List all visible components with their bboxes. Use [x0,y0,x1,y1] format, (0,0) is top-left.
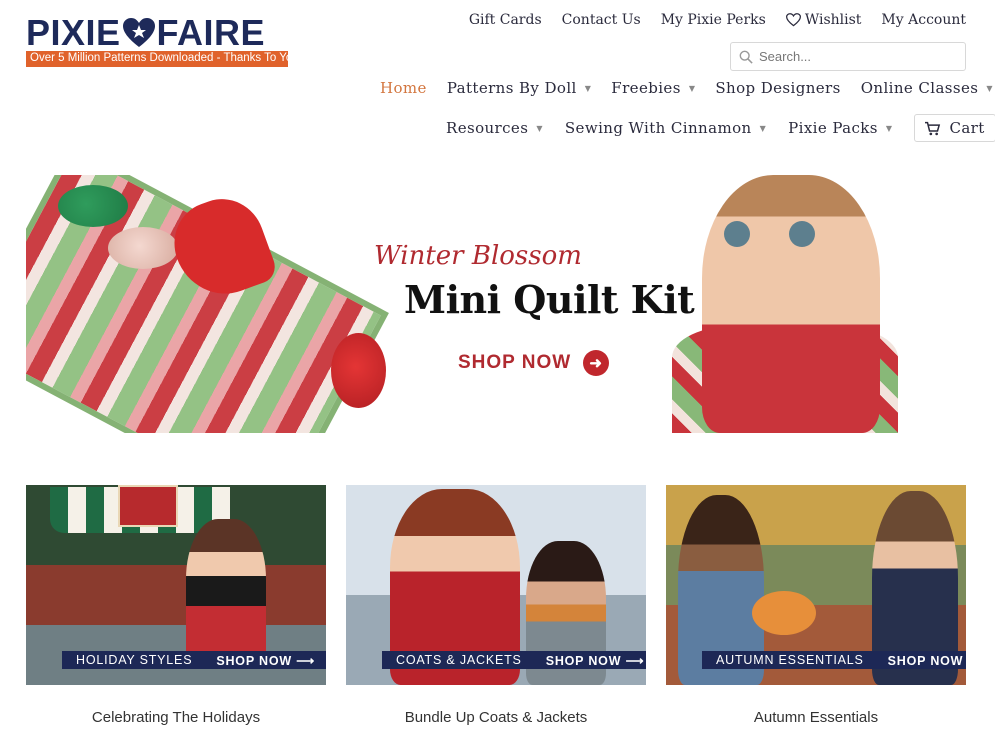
caret-down-icon: ▼ [759,123,767,133]
card-banner-title: HOLIDAY STYLES [76,653,193,667]
doll-image [186,519,266,669]
main-nav-row-2: Resources ▼ Sewing With Cinnamon ▼ Pixie… [446,114,995,142]
contact-us-link[interactable]: Contact Us [562,12,641,28]
pumpkin-image [752,591,816,635]
nav-freebies[interactable]: Freebies ▼ [611,79,695,97]
caret-down-icon: ▼ [688,83,696,93]
nav-label: Resources [446,119,529,137]
pink-yarn-image [108,227,178,269]
nav-label: Patterns By Doll [446,79,577,97]
card-banner-title: AUTUMN ESSENTIALS [716,653,864,667]
my-pixie-perks-link[interactable]: My Pixie Perks [661,12,766,28]
heart-star-icon [122,18,155,47]
doll-image [702,175,880,433]
shop-now-label: SHOP NOW [545,653,622,668]
nav-home[interactable]: Home [380,79,427,97]
hero-title: Mini Quilt Kit [404,277,695,322]
nav-pixie-packs[interactable]: Pixie Packs ▼ [788,119,892,137]
search-box [730,42,966,71]
main-nav-row-1: Home Patterns By Doll ▼ Freebies ▼ Shop … [380,79,993,97]
hero-shop-now-button[interactable]: SHOP NOW ➜ [458,350,610,376]
caret-down-icon: ▼ [536,123,543,133]
card-caption[interactable]: Autumn Essentials [666,709,966,726]
cart-icon [925,121,941,135]
nav-online-classes[interactable]: Online Classes ▼ [861,79,993,97]
nav-resources[interactable]: Resources ▼ [446,119,543,137]
red-yarn-image [331,333,386,408]
card-banner: AUTUMN ESSENTIALS SHOP NOW ⟶ [702,651,966,669]
nav-shop-designers[interactable]: Shop Designers [715,79,840,97]
shop-now-label: SHOP NOW [887,653,964,668]
nav-label: Freebies [611,79,681,97]
utility-nav: Gift Cards Contact Us My Pixie Perks Wis… [469,12,966,28]
candy-cane-sign-image [118,485,178,527]
gift-cards-link[interactable]: Gift Cards [469,12,542,28]
arrow-right-circle-icon: ➜ [583,350,610,376]
nav-label: Online Classes [860,79,979,97]
wishlist-label: Wishlist [804,12,862,28]
autumn-essentials-image[interactable]: AUTUMN ESSENTIALS SHOP NOW ⟶ [666,485,966,685]
nav-label: Sewing With Cinnamon [564,119,752,137]
nav-sewing-with-cinnamon[interactable]: Sewing With Cinnamon ▼ [565,119,766,137]
logo-name-right: FAIRE [156,12,266,53]
category-card-coats[interactable]: COATS & JACKETS SHOP NOW ⟶ Bundle Up Coa… [346,485,646,726]
card-caption[interactable]: Bundle Up Coats & Jackets [346,709,646,726]
card-caption[interactable]: Celebrating The Holidays [26,709,326,726]
card-banner: HOLIDAY STYLES SHOP NOW ⟶ [62,651,326,669]
coats-jackets-image[interactable]: COATS & JACKETS SHOP NOW ⟶ [346,485,646,685]
holiday-styles-image[interactable]: HOLIDAY STYLES SHOP NOW ⟶ [26,485,326,685]
category-card-autumn[interactable]: AUTUMN ESSENTIALS SHOP NOW ⟶ Autumn Esse… [666,485,966,726]
hero-script-title: Winter Blossom [374,241,582,271]
search-input[interactable] [759,49,949,64]
shop-now-label: SHOP NOW [216,653,292,668]
cart-button[interactable]: Cart [914,114,995,142]
card-shop-now: SHOP NOW ⟶ [888,653,966,668]
logo-wordmark: PIXIE FAIRE [26,12,288,53]
nav-patterns-by-doll[interactable]: Patterns By Doll ▼ [447,79,591,97]
cart-label: Cart [949,119,985,137]
caret-down-icon: ▼ [986,83,993,93]
green-yarn-image [58,185,128,227]
caret-down-icon: ▼ [885,123,893,133]
wishlist-link[interactable]: Wishlist [785,12,862,28]
logo-tagline: Over 5 Million Patterns Downloaded - Tha… [26,51,302,67]
hero-shop-now-label: SHOP NOW [458,352,572,373]
nav-label: Pixie Packs [788,119,878,137]
card-shop-now: SHOP NOW ⟶ [216,653,315,668]
my-account-link[interactable]: My Account [881,12,966,28]
site-logo[interactable]: PIXIE FAIRE Over 5 Million Patterns Down… [26,12,302,67]
hero-banner[interactable]: Winter Blossom Mini Quilt Kit SHOP NOW ➜ [26,175,898,433]
logo-name-left: PIXIE [26,12,121,53]
heart-icon [785,13,801,27]
card-banner: COATS & JACKETS SHOP NOW ⟶ [382,651,646,669]
search-icon [739,50,753,64]
category-card-holidays[interactable]: HOLIDAY STYLES SHOP NOW ⟶ Celebrating Th… [26,485,326,726]
caret-down-icon: ▼ [584,83,592,93]
card-banner-title: COATS & JACKETS [396,653,522,667]
card-shop-now: SHOP NOW ⟶ [545,653,645,668]
